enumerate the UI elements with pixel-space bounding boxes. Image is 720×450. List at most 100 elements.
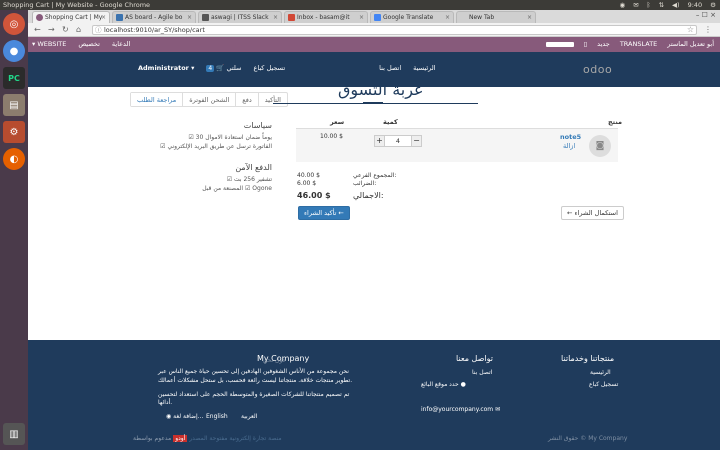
policy-invoice: ☑ الفاتورة ترسل عن طريق البريد الإلكترون… <box>160 143 272 150</box>
menu-icon[interactable]: ⋮ <box>704 25 712 34</box>
quantity-stepper[interactable]: + 4 − <box>374 135 422 147</box>
cart-line: 10.00 $ + 4 − note5 ازالة ◙ <box>296 128 618 162</box>
powered-by[interactable]: منصة تجارة إلكترونية مفتوحة المصدر أودو … <box>133 435 282 442</box>
footer-email[interactable]: info@yourcompany.com ✉ <box>421 406 500 413</box>
envelope-icon: ✉ <box>495 406 501 413</box>
policy-refund: ☑ 30 يوماً ضمان استعادة الاموال <box>188 134 272 141</box>
tab-agile-board[interactable]: AS board - Agile bo × <box>112 11 196 23</box>
chrome-icon[interactable]: ● <box>3 40 25 62</box>
volume-icon[interactable]: ◀) <box>672 0 680 10</box>
tab-slack[interactable]: aswagi | ITSS Slack × <box>198 11 282 23</box>
close-icon[interactable]: × <box>101 12 106 23</box>
tab-translate[interactable]: Google Translate × <box>370 11 454 23</box>
footer-about-text-1: نحن مجموعة من الأناس الشغوفين الهادفين إ… <box>158 368 349 375</box>
os-top-panel: Shopping Cart | My Website - Google Chro… <box>0 0 720 10</box>
mail-icon[interactable]: ✉ <box>633 0 638 10</box>
close-icon[interactable]: × <box>445 12 450 23</box>
firefox-icon[interactable]: ◐ <box>3 148 25 170</box>
odoo-favicon-icon <box>36 14 43 21</box>
trash-icon[interactable]: ▥ <box>3 423 25 445</box>
checkout-steps: مراجعة الطلب الشحن الفوترة دفع التأكيد <box>130 92 288 107</box>
camera-icon: ◙ <box>595 141 605 151</box>
address-bar[interactable]: ⓘ localhost:9010/ar_SY/shop/cart <box>92 25 697 35</box>
footer-products-heading: منتجاتنا وخدماتنا <box>561 354 615 363</box>
back-icon[interactable]: ← <box>34 25 41 35</box>
footer-about-text-4: أدائها. <box>158 399 173 406</box>
step-payment[interactable]: دفع <box>235 93 257 106</box>
home-icon[interactable]: ⌂ <box>76 25 81 35</box>
step-review-order[interactable]: مراجعة الطلب <box>131 93 183 106</box>
step-shipping-billing[interactable]: الشحن الفوترة <box>182 93 235 106</box>
footer-seller-locator[interactable]: حدد موقع البائع ● <box>421 381 466 388</box>
footer-link-register[interactable]: تسجيل كباع <box>589 381 618 388</box>
lang-english[interactable]: English <box>206 413 228 420</box>
pycharm-icon[interactable]: PC <box>3 67 25 89</box>
forward-icon[interactable]: → <box>48 25 55 35</box>
copyright: حقوق النشر © My Company <box>548 435 628 442</box>
window-title: Shopping Cart | My Website - Google Chro… <box>3 1 151 9</box>
product-thumbnail[interactable]: ◙ <box>589 135 611 157</box>
toolbar: ← → ↻ ⌂ ⓘ localhost:9010/ar_SY/shop/cart… <box>28 23 720 37</box>
product-name-link[interactable]: note5 <box>560 133 581 141</box>
close-icon[interactable]: × <box>527 12 532 23</box>
decrease-qty-button[interactable]: − <box>411 135 422 147</box>
quantity-input[interactable]: 4 <box>385 135 411 147</box>
close-icon[interactable]: × <box>359 12 364 23</box>
continue-shopping-button[interactable]: ← استكمال الشراء <box>561 206 624 220</box>
cart-page: مراجعة الطلب الشحن الفوترة دفع التأكيد ع… <box>28 80 720 340</box>
nav-cart[interactable]: 4 🛒 سلتي <box>206 64 241 72</box>
lang-arabic[interactable]: العربية <box>241 413 257 420</box>
page-title: عربة التسوق <box>338 80 424 99</box>
close-icon[interactable]: × <box>187 12 192 23</box>
nav-contact[interactable]: اتصل بنا <box>379 64 401 72</box>
taxes-value: 6.00 $ <box>297 180 317 187</box>
tab-inbox[interactable]: Inbox - basam@it × <box>284 11 368 23</box>
reload-icon[interactable]: ↻ <box>62 25 69 35</box>
customize-menu[interactable]: تخصيص <box>78 37 100 52</box>
col-price: سعر <box>330 118 345 126</box>
promote-menu[interactable]: الدعاية <box>112 37 130 52</box>
files-icon[interactable]: ▤ <box>3 94 25 116</box>
website-menu[interactable]: ▾ WEBSITE <box>32 37 66 52</box>
footer-link-contact[interactable]: اتصل بنا <box>472 369 492 376</box>
sort-icon[interactable]: ⇅ <box>659 0 664 10</box>
increase-qty-button[interactable]: + <box>374 135 385 147</box>
close-icon[interactable]: × <box>273 12 278 23</box>
bookmark-star-icon[interactable]: ☆ <box>687 25 694 34</box>
info-icon[interactable]: ⓘ <box>95 26 102 35</box>
slack-icon <box>202 14 209 21</box>
footer-about-text-3: تم تصميم منتجاتنا للشركات الصغيرة والمتو… <box>158 391 350 398</box>
title-accent <box>363 102 383 104</box>
map-marker-icon: ● <box>460 381 466 388</box>
add-language-link[interactable]: ◉ إضافة لغة... <box>166 413 203 420</box>
globe-icon: ◉ <box>166 413 172 420</box>
nav-home[interactable]: الرئيسية <box>413 64 435 72</box>
total-label: الاجمالي: <box>353 191 384 200</box>
gear-icon[interactable]: ⚙ <box>710 0 716 10</box>
jira-icon <box>116 14 123 21</box>
bluetooth-icon[interactable]: ᛒ <box>647 0 651 10</box>
tab-new-tab[interactable]: New Tab × <box>456 11 536 23</box>
clock[interactable]: 9:40 <box>688 0 703 10</box>
settings-icon[interactable]: ⚙ <box>3 121 25 143</box>
remove-link[interactable]: ازالة <box>563 142 575 150</box>
step-confirmation[interactable]: التأكيد <box>257 93 287 106</box>
chrome-icon[interactable]: ◉ <box>620 0 626 10</box>
footer-link-home[interactable]: الرئيسية <box>590 369 611 376</box>
new-content-button[interactable]: جديد <box>597 37 610 52</box>
tab-shopping-cart[interactable]: Shopping Cart | My × <box>32 11 110 23</box>
website-editor-bar: ▾ WEBSITE تخصيص الدعاية ▯ جديد TRANSLATE… <box>28 37 720 52</box>
admin-menu[interactable]: Administrator ▾ <box>138 64 194 72</box>
system-tray[interactable]: ◉ ✉ ᛒ ⇅ ◀) 9:40 ⚙ <box>620 0 716 10</box>
ubuntu-dash-icon[interactable]: ◎ <box>3 13 25 35</box>
unit-price: 10.00 $ <box>320 133 343 140</box>
checkout-button[interactable]: تأكيد الشراء ← <box>298 206 350 220</box>
policies-heading: سياسات <box>243 121 272 130</box>
mobile-preview-icon[interactable]: ▯ <box>584 37 588 52</box>
window-controls[interactable]: – ☐ × <box>696 11 716 19</box>
translate-button[interactable]: TRANSLATE <box>620 37 657 52</box>
nav-register-seller[interactable]: تسجيل كباع <box>253 64 285 72</box>
footer-about-link[interactable]: حول نحن <box>263 357 286 364</box>
edit-master-button[interactable]: أبو تعديل الماستر <box>667 37 714 52</box>
odoo-logo[interactable]: odoo <box>583 63 612 76</box>
